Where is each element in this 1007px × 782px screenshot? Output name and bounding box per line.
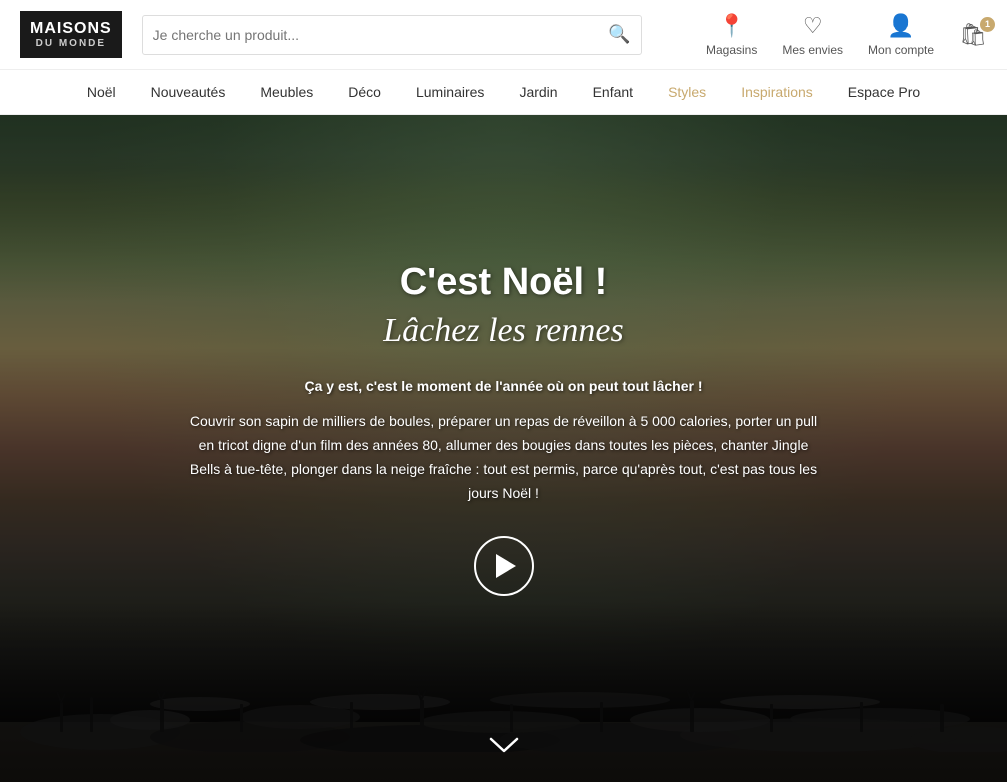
main-nav: Noël Nouveautés Meubles Déco Luminaires … [0, 70, 1007, 115]
nav-jardin[interactable]: Jardin [519, 79, 557, 105]
site-header: MAISONS DU MONDE 🔍 📍 Magasins ♡ Mes envi… [0, 0, 1007, 70]
nav-enfant[interactable]: Enfant [593, 79, 633, 105]
stores-link[interactable]: 📍 Magasins [706, 13, 757, 57]
wishlist-link[interactable]: ♡ Mes envies [782, 13, 843, 57]
search-input[interactable] [153, 27, 609, 43]
account-link[interactable]: 👤 Mon compte [868, 13, 934, 57]
nav-luminaires[interactable]: Luminaires [416, 79, 484, 105]
hero-subtitle: Lâchez les rennes [184, 312, 824, 350]
user-icon: 👤 [887, 13, 914, 39]
heart-icon: ♡ [803, 13, 823, 39]
play-icon [496, 554, 516, 578]
nav-nouveautes[interactable]: Nouveautés [151, 79, 226, 105]
nav-styles[interactable]: Styles [668, 79, 706, 105]
hero-lead: Ça y est, c'est le moment de l'année où … [184, 378, 824, 394]
hero-content: C'est Noël ! Lâchez les rennes Ça y est,… [34, 261, 974, 595]
play-button[interactable] [474, 536, 534, 596]
header-actions: 📍 Magasins ♡ Mes envies 👤 Mon compte 🛍 1 [706, 13, 987, 57]
cart-icon: 🛍 1 [959, 22, 987, 48]
hero-title: C'est Noël ! [184, 261, 824, 304]
cart-badge: 1 [980, 17, 995, 32]
search-button[interactable]: 🔍 [608, 24, 630, 45]
nav-meubles[interactable]: Meubles [260, 79, 313, 105]
nav-inspirations[interactable]: Inspirations [741, 79, 813, 105]
location-icon: 📍 [718, 13, 745, 39]
hero-body: Couvrir son sapin de milliers de boules,… [184, 410, 824, 505]
hero-section: C'est Noël ! Lâchez les rennes Ça y est,… [0, 115, 1007, 782]
nav-espace-pro[interactable]: Espace Pro [848, 79, 920, 105]
cart-link[interactable]: 🛍 1 [959, 22, 987, 48]
nav-noel[interactable]: Noël [87, 79, 116, 105]
chevron-down-icon [489, 735, 519, 755]
site-logo[interactable]: MAISONS DU MONDE [20, 11, 122, 58]
search-bar: 🔍 [142, 15, 642, 55]
reindeer-silhouette [0, 592, 1007, 752]
nav-deco[interactable]: Déco [348, 79, 381, 105]
scroll-down-button[interactable] [489, 734, 519, 762]
